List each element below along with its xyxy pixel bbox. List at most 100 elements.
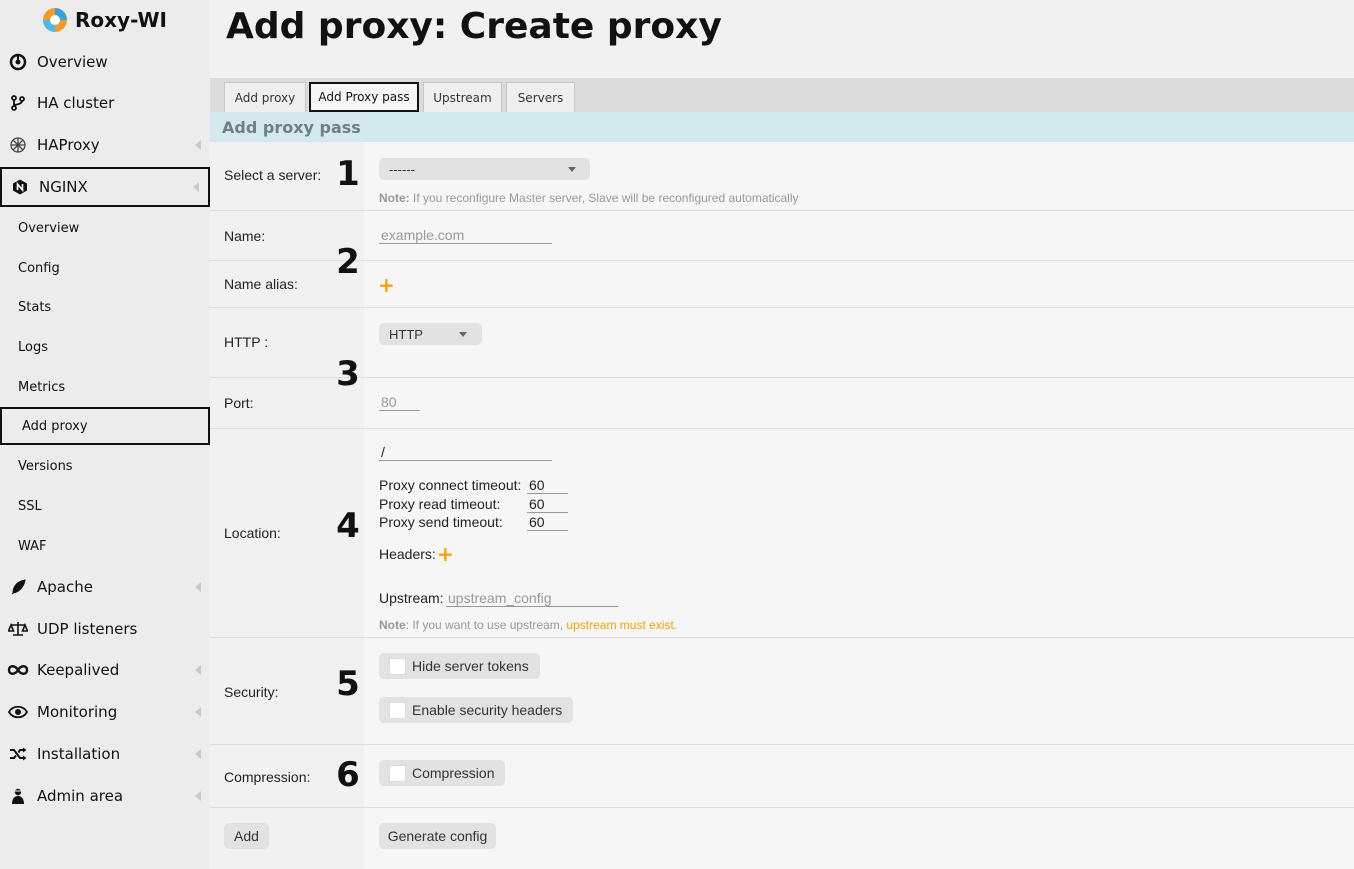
- tab-servers[interactable]: Servers: [506, 82, 575, 112]
- alias-label: Name alias:: [224, 276, 298, 292]
- sidebar-item-apache[interactable]: Apache: [0, 567, 210, 607]
- sidebar-item-label: Overview: [37, 53, 108, 71]
- read-timeout-label: Proxy read timeout:: [379, 496, 501, 512]
- sidebar-subitem-stats[interactable]: Stats: [0, 288, 210, 326]
- sidebar-item-nginx[interactable]: NGINX: [0, 167, 210, 207]
- sidebar-item-label: NGINX: [39, 178, 88, 196]
- step-number-6: 6: [336, 755, 360, 795]
- enable-security-headers-checkbox[interactable]: Enable security headers: [379, 697, 574, 723]
- send-timeout-input[interactable]: [527, 513, 568, 531]
- chevron-left-icon: [195, 749, 201, 759]
- section-header: Add proxy pass: [210, 112, 1354, 142]
- sidebar-item-admin-area[interactable]: Admin area: [0, 776, 210, 816]
- section-title: Add proxy pass: [222, 117, 361, 137]
- app-logo[interactable]: Roxy-WI: [41, 5, 167, 35]
- sidebar-item-overview[interactable]: Overview: [0, 42, 210, 82]
- compression-option-label: Compression: [412, 765, 495, 781]
- eye-icon: [7, 705, 29, 719]
- upstream-note-bold: Note: [379, 618, 406, 632]
- upstream-note: Note: If you want to use upstream, upstr…: [379, 618, 677, 632]
- sidebar-item-label: Apache: [37, 578, 93, 596]
- hide-server-tokens-checkbox[interactable]: Hide server tokens: [379, 653, 540, 679]
- checkbox-icon: [389, 764, 406, 782]
- haproxy-icon: [7, 136, 29, 154]
- port-input[interactable]: [379, 393, 420, 411]
- tab-bar: Add proxy Add Proxy pass Upstream Server…: [210, 78, 1354, 112]
- sidebar-subitem-logs[interactable]: Logs: [0, 328, 210, 366]
- step-number-1: 1: [336, 154, 360, 194]
- feather-icon: [7, 579, 29, 595]
- sidebar-item-udp-listeners[interactable]: UDP listeners: [0, 609, 210, 649]
- chevron-left-icon: [195, 665, 201, 675]
- step-number-5: 5: [336, 664, 360, 704]
- enable-security-headers-label: Enable security headers: [412, 702, 563, 718]
- upstream-note-text: : If you want to use upstream,: [405, 618, 567, 632]
- add-alias-plus-icon[interactable]: +: [378, 275, 395, 295]
- chevron-left-icon: [195, 707, 201, 717]
- sidebar-item-ha-cluster[interactable]: HA cluster: [0, 83, 210, 123]
- sidebar-subitem-add-proxy[interactable]: Add proxy: [0, 407, 210, 445]
- sidebar-item-label: HA cluster: [37, 94, 115, 112]
- sidebar-subitem-ssl[interactable]: SSL: [0, 487, 210, 525]
- send-timeout-label: Proxy send timeout:: [379, 514, 503, 530]
- tab-add-proxy-pass[interactable]: Add Proxy pass: [309, 82, 419, 112]
- connect-timeout-label: Proxy connect timeout:: [379, 477, 522, 493]
- sidebar-subitem-config[interactable]: Config: [0, 249, 210, 287]
- branch-icon: [7, 95, 29, 111]
- sidebar-subitem-overview[interactable]: Overview: [0, 209, 210, 247]
- tab-upstream[interactable]: Upstream: [423, 82, 502, 112]
- sidebar-item-monitoring[interactable]: Monitoring: [0, 692, 210, 732]
- sidebar-item-label: UDP listeners: [37, 620, 138, 638]
- step-number-2: 2: [336, 242, 360, 282]
- http-label: HTTP :: [224, 334, 269, 350]
- compression-checkbox[interactable]: Compression: [379, 760, 506, 786]
- add-header-plus-icon[interactable]: +: [437, 544, 454, 564]
- server-note-bold: Note:: [379, 191, 410, 205]
- sidebar-item-label: HAProxy: [37, 136, 100, 154]
- sidebar-subitem-waf[interactable]: WAF: [0, 527, 210, 565]
- nginx-icon: [9, 179, 31, 195]
- app-name: Roxy-WI: [75, 8, 167, 32]
- upstream-must-exist-link[interactable]: upstream must exist: [566, 618, 673, 632]
- add-button[interactable]: Add: [224, 823, 269, 849]
- chevron-left-icon: [195, 791, 201, 801]
- sidebar-item-keepalived[interactable]: Keepalived: [0, 650, 210, 690]
- server-select-value: ------: [389, 161, 415, 177]
- sidebar-subitem-metrics[interactable]: Metrics: [0, 368, 210, 406]
- chevron-left-icon: [193, 182, 199, 192]
- sidebar-item-installation[interactable]: Installation: [0, 734, 210, 774]
- overview-icon: [7, 53, 29, 71]
- location-input[interactable]: [379, 443, 552, 461]
- server-note-text: If you reconfigure Master server, Slave …: [409, 191, 799, 205]
- upstream-input[interactable]: [446, 589, 618, 607]
- checkbox-icon: [389, 657, 406, 675]
- sidebar-item-label: Installation: [37, 745, 121, 763]
- upstream-label: Upstream:: [379, 590, 444, 606]
- tab-add-proxy[interactable]: Add proxy: [224, 82, 306, 112]
- sidebar-item-haproxy[interactable]: HAProxy: [0, 125, 210, 165]
- http-select[interactable]: HTTP: [379, 323, 482, 345]
- read-timeout-input[interactable]: [527, 495, 568, 513]
- page-title: Add proxy: Create proxy: [226, 6, 722, 47]
- sidebar: Roxy-WI Overview HA cluster HAProxy NGIN…: [0, 0, 210, 869]
- generate-config-button[interactable]: Generate config: [379, 823, 496, 849]
- sidebar-subitem-versions[interactable]: Versions: [0, 447, 210, 485]
- security-label: Security:: [224, 684, 279, 700]
- sidebar-item-label: Keepalived: [37, 661, 120, 679]
- hide-server-tokens-label: Hide server tokens: [412, 658, 529, 674]
- server-select[interactable]: ------: [379, 158, 590, 180]
- upstream-note-end: .: [673, 618, 678, 632]
- http-select-value: HTTP: [389, 326, 423, 342]
- compression-label: Compression:: [224, 769, 311, 785]
- shuffle-icon: [7, 747, 29, 761]
- sidebar-item-label: Monitoring: [37, 703, 118, 721]
- caret-down-icon: [459, 332, 467, 337]
- name-input[interactable]: [379, 226, 552, 244]
- chevron-left-icon: [195, 582, 201, 592]
- roxy-logo-icon: [41, 6, 69, 34]
- connect-timeout-input[interactable]: [527, 476, 568, 494]
- step-number-3: 3: [336, 354, 360, 394]
- location-label: Location:: [224, 525, 281, 541]
- headers-label: Headers:: [379, 546, 436, 562]
- port-label: Port:: [224, 395, 254, 411]
